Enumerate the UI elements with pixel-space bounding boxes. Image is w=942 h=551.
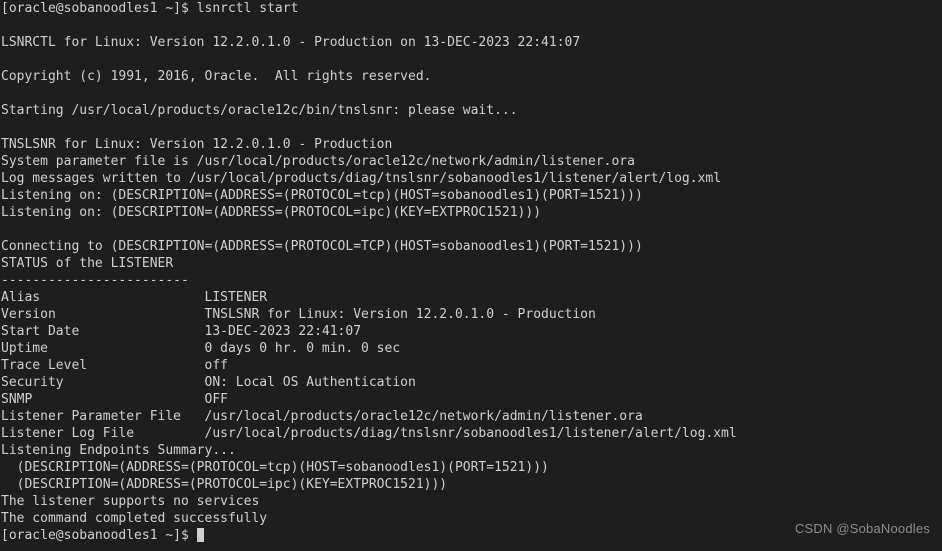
terminal-line: The listener supports no services <box>1 494 260 509</box>
terminal-line: Security ON: Local OS Authentication <box>1 375 416 390</box>
terminal-window[interactable]: [oracle@sobanoodles1 ~]$ lsnrctl start L… <box>0 0 942 551</box>
terminal-line: Listener Parameter File /usr/local/produ… <box>1 409 643 424</box>
terminal-line: (DESCRIPTION=(ADDRESS=(PROTOCOL=ipc)(KEY… <box>1 477 448 492</box>
terminal-line: Version TNSLSNR for Linux: Version 12.2.… <box>1 307 596 322</box>
watermark-label: CSDN @SobaNoodles <box>794 521 930 536</box>
terminal-line: Log messages written to /usr/local/produ… <box>1 171 722 186</box>
terminal-line: TNSLSNR for Linux: Version 12.2.0.1.0 - … <box>1 137 393 152</box>
terminal-line: Trace Level off <box>1 358 228 373</box>
terminal-line: Copyright (c) 1991, 2016, Oracle. All ri… <box>1 69 432 84</box>
shell-prompt: [oracle@sobanoodles1 ~]$ <box>1 528 197 543</box>
terminal-line: Uptime 0 days 0 hr. 0 min. 0 sec <box>1 341 401 356</box>
terminal-line: Starting /usr/local/products/oracle12c/b… <box>1 103 518 118</box>
terminal-line: ------------------------ <box>1 273 189 288</box>
terminal-line: Listening on: (DESCRIPTION=(ADDRESS=(PRO… <box>1 205 542 220</box>
terminal-line: Start Date 13-DEC-2023 22:41:07 <box>1 324 362 339</box>
terminal-line: Alias LISTENER <box>1 290 268 305</box>
terminal-line: Listening on: (DESCRIPTION=(ADDRESS=(PRO… <box>1 188 643 203</box>
terminal-line: [oracle@sobanoodles1 ~]$ lsnrctl start <box>1 1 299 16</box>
terminal-line: (DESCRIPTION=(ADDRESS=(PROTOCOL=tcp)(HOS… <box>1 460 549 475</box>
terminal-line: System parameter file is /usr/local/prod… <box>1 154 635 169</box>
terminal-output: [oracle@sobanoodles1 ~]$ lsnrctl start L… <box>1 0 941 544</box>
terminal-line: SNMP OFF <box>1 392 228 407</box>
terminal-line: Connecting to (DESCRIPTION=(ADDRESS=(PRO… <box>1 239 643 254</box>
terminal-line: Listener Log File /usr/local/products/di… <box>1 426 737 441</box>
text-cursor <box>196 528 205 542</box>
terminal-line: Listening Endpoints Summary... <box>1 443 236 458</box>
terminal-line: LSNRCTL for Linux: Version 12.2.0.1.0 - … <box>1 35 581 50</box>
terminal-line: STATUS of the LISTENER <box>1 256 174 271</box>
